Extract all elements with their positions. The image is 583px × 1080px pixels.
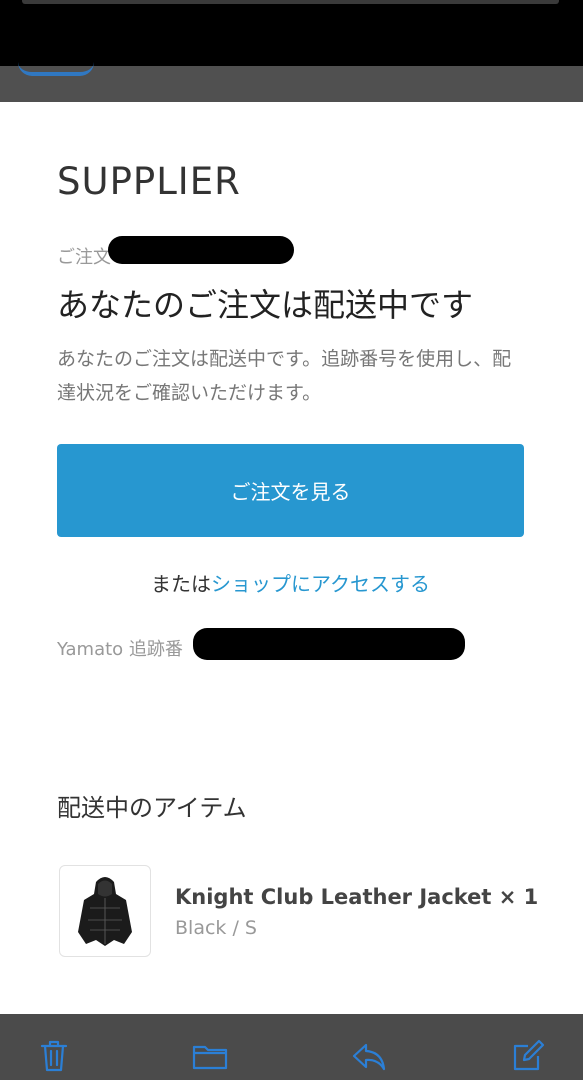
items-heading: 配送中のアイテム [57,794,247,822]
shop-link[interactable]: ショップにアクセスする [211,572,430,596]
shop-name: SUPPLIER [57,160,241,203]
tracking-label: Yamato 追跡番 [57,639,183,660]
order-number: ご注文 [57,243,111,269]
trash-icon [40,1040,68,1072]
status-bar-edge [22,0,559,4]
redaction-tracking-number [193,628,465,660]
redaction-order-number [108,236,294,264]
email-heading: あなたのご注文は配送中です [57,286,474,324]
shop-access-line: またはショップにアクセスする [57,568,524,597]
back-button[interactable] [18,56,94,76]
view-order-button[interactable]: ご注文を見る [57,444,524,537]
order-number-label: ご注文 [57,247,111,268]
email-description: あなたのご注文は配送中です。追跡番号を使用し、配達状況をご確認いただけます。 [57,348,512,404]
trash-button[interactable] [34,1036,74,1076]
item-variant: Black / S [175,917,257,939]
or-text: または [151,572,211,596]
mail-screen: SUPPLIER ご注文 あなたのご注文は配送中です あなたのご注文は配送中です… [0,0,583,1080]
move-to-folder-button[interactable] [190,1036,230,1076]
mail-toolbar [0,1014,583,1080]
compose-button[interactable] [508,1036,548,1076]
compose-icon [513,1039,545,1071]
item-thumbnail [59,865,151,957]
tracking-number: Yamato 追跡番 [57,635,183,661]
folder-icon [192,1045,228,1070]
reply-icon [352,1043,386,1071]
item-title: Knight Club Leather Jacket × 1 [175,885,539,909]
reply-button[interactable] [349,1036,389,1076]
jacket-image [78,877,132,946]
email-body: SUPPLIER ご注文 あなたのご注文は配送中です あなたのご注文は配送中です… [0,102,583,1014]
